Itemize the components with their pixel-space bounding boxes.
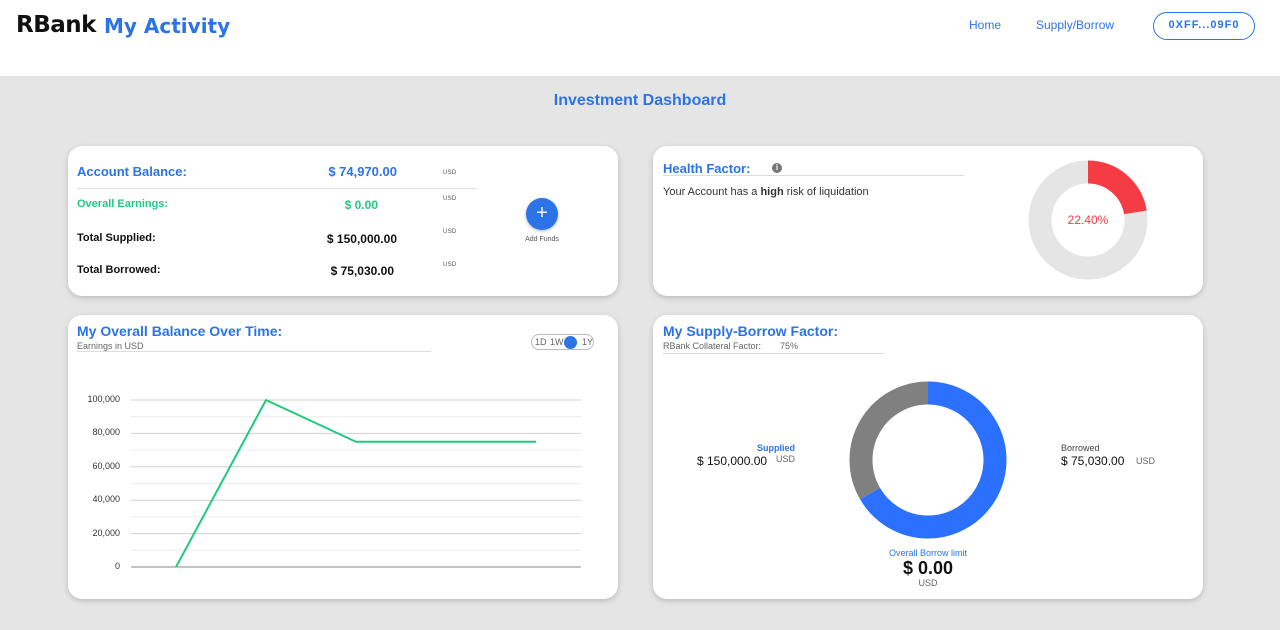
page-title: My Activity	[104, 14, 231, 38]
wallet-address-button[interactable]: 0XFF...09F0	[1153, 12, 1255, 40]
top-bar: RBank My Activity Home Supply/Borrow 0XF…	[0, 0, 1280, 76]
account-balance-value: $ 74,970.00	[328, 164, 397, 179]
total-borrowed-label: Total Borrowed:	[77, 264, 161, 276]
balance-line-chart	[131, 398, 581, 568]
total-borrowed-unit: USD	[443, 262, 457, 268]
borrowed-unit: USD	[1136, 456, 1156, 466]
account-balance-card: Account Balance: $ 74,970.00 USD Overall…	[68, 146, 618, 296]
supply-borrow-card: My Supply-Borrow Factor: RBank Collatera…	[653, 315, 1203, 599]
borrowed-value: $ 75,030.00	[1061, 454, 1125, 468]
borrow-limit-unit: USD	[918, 578, 938, 588]
supplied-unit: USD	[776, 454, 796, 464]
account-balance-label: Account Balance:	[77, 164, 187, 179]
liquidation-risk-text: Your Account has a high risk of liquidat…	[663, 186, 869, 198]
total-borrowed-value: $ 75,030.00	[330, 264, 394, 278]
supply-borrow-title: My Supply-Borrow Factor:	[663, 323, 839, 339]
nav-home-link[interactable]: Home	[969, 18, 1001, 32]
divider	[77, 188, 476, 189]
health-factor-card: Health Factor: i Your Account has a high…	[653, 146, 1203, 296]
health-factor-donut: 22.40%	[1028, 160, 1148, 280]
balance-over-time-card: My Overall Balance Over Time: Earnings i…	[68, 315, 618, 599]
collateral-factor-label: RBank Collateral Factor:	[663, 341, 762, 351]
overall-earnings-unit: USD	[443, 196, 457, 202]
total-supplied-unit: USD	[443, 229, 457, 235]
health-factor-title: Health Factor:	[663, 161, 751, 176]
supply-borrow-donut	[849, 381, 1007, 539]
borrow-limit-label: Overall Borrow limit	[888, 548, 967, 558]
donut-slice-borrowed	[849, 381, 929, 500]
overall-earnings-value: $ 0.00	[344, 198, 378, 212]
add-funds-button[interactable]: +	[526, 198, 558, 230]
supplied-label: Supplied	[757, 443, 795, 453]
account-balance-unit: USD	[443, 170, 457, 176]
plus-icon: +	[536, 202, 548, 224]
overall-earnings-label: Overall Earnings:	[77, 198, 169, 210]
brand-logo[interactable]: RBank	[16, 12, 96, 38]
risk-level: high	[760, 186, 784, 198]
nav-supply-borrow-link[interactable]: Supply/Borrow	[1036, 18, 1114, 32]
divider	[663, 175, 964, 176]
total-supplied-value: $ 150,000.00	[326, 232, 397, 246]
add-funds-label: Add Funds	[525, 236, 559, 243]
divider	[663, 353, 884, 354]
borrow-limit-value: $ 0.00	[902, 558, 954, 578]
supplied-value: $ 150,000.00	[697, 454, 768, 468]
total-supplied-label: Total Supplied:	[77, 232, 156, 244]
borrowed-label: Borrowed	[1061, 443, 1100, 453]
info-icon[interactable]: i	[772, 163, 782, 173]
collateral-factor-value: 75%	[780, 341, 799, 351]
dashboard-title: Investment Dashboard	[553, 92, 727, 109]
health-percent-label: 22.40%	[1068, 213, 1109, 227]
